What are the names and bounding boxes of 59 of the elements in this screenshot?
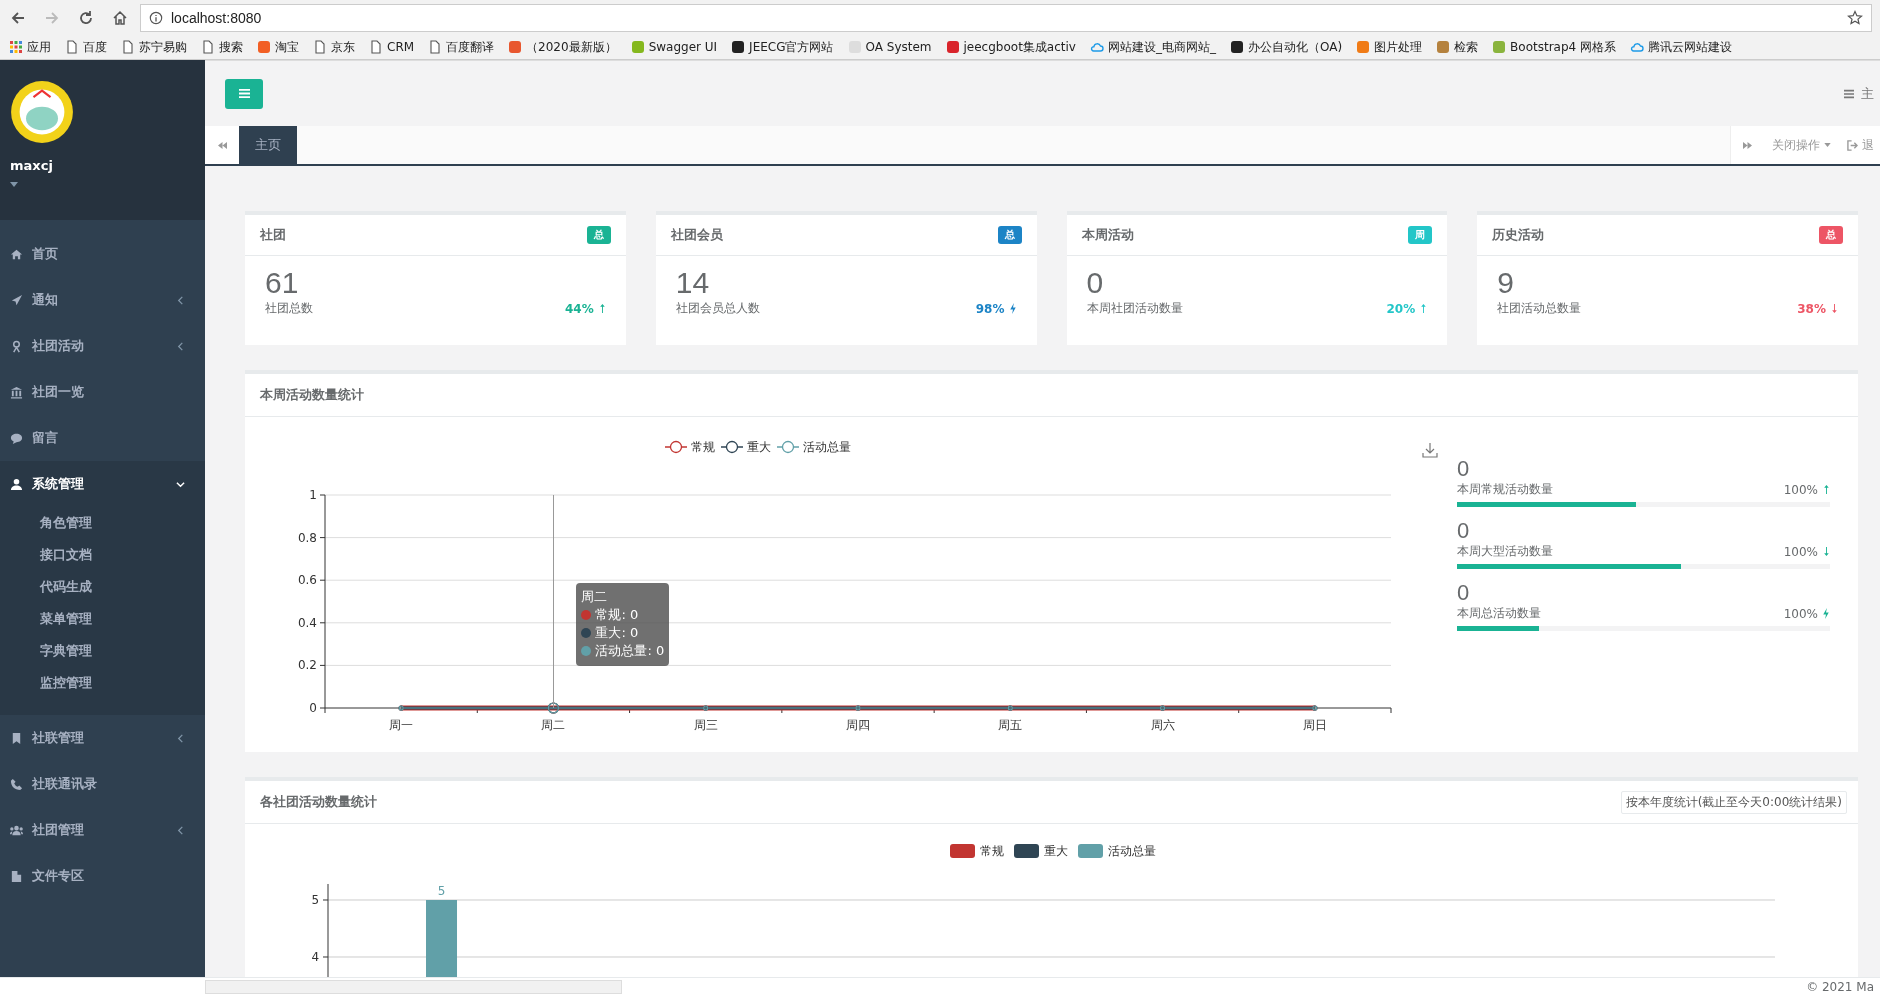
card-value: 9 xyxy=(1497,266,1515,300)
x-tick-label: 周五 xyxy=(998,718,1023,732)
stat-label: 本周总活动数量 xyxy=(1457,605,1542,622)
card-value: 0 xyxy=(1086,266,1105,300)
bar-value-label: 5 xyxy=(437,884,446,898)
x-tick-label: 周六 xyxy=(1150,718,1175,732)
y-tick-label: 1 xyxy=(309,488,317,502)
y-tick-label: 0.8 xyxy=(297,530,317,545)
card-percent: 38% xyxy=(1797,301,1826,316)
card-description: 社团会员总人数 xyxy=(675,300,761,317)
card-percent: 98% xyxy=(975,301,1005,316)
url-text: localhost:8080 xyxy=(171,9,262,26)
x-tick-label: 周日 xyxy=(1302,718,1327,732)
y-tick-label: 0.6 xyxy=(297,573,317,588)
card-badge: 总 xyxy=(586,226,611,244)
x-tick-label: 周三 xyxy=(693,718,718,732)
panel-title: 本周活动数量统计 xyxy=(260,386,364,404)
card-title: 社团 xyxy=(260,226,286,244)
x-tick-label: 周一 xyxy=(389,718,414,732)
card-description: 社团总数 xyxy=(265,300,314,317)
tooltip-value: 常规: 0 xyxy=(595,606,639,624)
card-title: 历史活动 xyxy=(1492,226,1545,244)
card-value: 14 xyxy=(675,266,711,300)
card-badge: 总 xyxy=(997,226,1022,244)
tooltip-value: 重大: 0 xyxy=(595,624,639,642)
legend-label: 重大 xyxy=(1044,844,1068,858)
card-description: 本周社团活动数量 xyxy=(1086,300,1184,317)
stat-label: 本周常规活动数量 xyxy=(1457,481,1554,498)
y-tick-label: 4 xyxy=(311,950,319,964)
card-badge: 总 xyxy=(1819,226,1843,244)
card-title: 本周活动 xyxy=(1081,226,1134,244)
legend-label: 常规 xyxy=(691,440,715,454)
tooltip-title: 周二 xyxy=(581,588,609,606)
y-tick-label: 0.4 xyxy=(297,615,317,630)
legend-label: 活动总量 xyxy=(803,440,851,454)
card-percent: 44% xyxy=(565,301,594,316)
y-tick-label: 0.2 xyxy=(297,658,317,673)
copyright-text: © 2021 Ma xyxy=(1806,980,1874,994)
y-tick-label: 5 xyxy=(311,893,319,907)
legend-label: 重大 xyxy=(747,440,771,454)
card-value: 61 xyxy=(265,266,300,300)
y-tick-label: 0 xyxy=(309,701,317,715)
stat-value: 0 xyxy=(1457,581,1471,605)
x-tick-label: 周四 xyxy=(846,718,870,732)
legend-label: 活动总量 xyxy=(1108,844,1156,858)
x-tick-label: 周二 xyxy=(541,718,566,732)
card-description: 社团活动总数量 xyxy=(1497,300,1583,317)
panel-title: 各社团活动数量统计 xyxy=(260,793,377,811)
card-badge: 周 xyxy=(1408,226,1433,244)
card-percent: 20% xyxy=(1386,301,1416,316)
stat-label: 本周大型活动数量 xyxy=(1457,543,1554,560)
tooltip-value: 活动总量: 0 xyxy=(595,642,665,660)
stat-value: 0 xyxy=(1457,457,1471,481)
card-title: 社团会员 xyxy=(670,226,723,244)
stat-value: 0 xyxy=(1457,519,1471,543)
stat-percent: 100% xyxy=(1783,544,1818,559)
stat-percent: 100% xyxy=(1783,482,1818,497)
stat-percent: 100% xyxy=(1783,606,1818,621)
legend-label: 常规 xyxy=(980,844,1004,858)
